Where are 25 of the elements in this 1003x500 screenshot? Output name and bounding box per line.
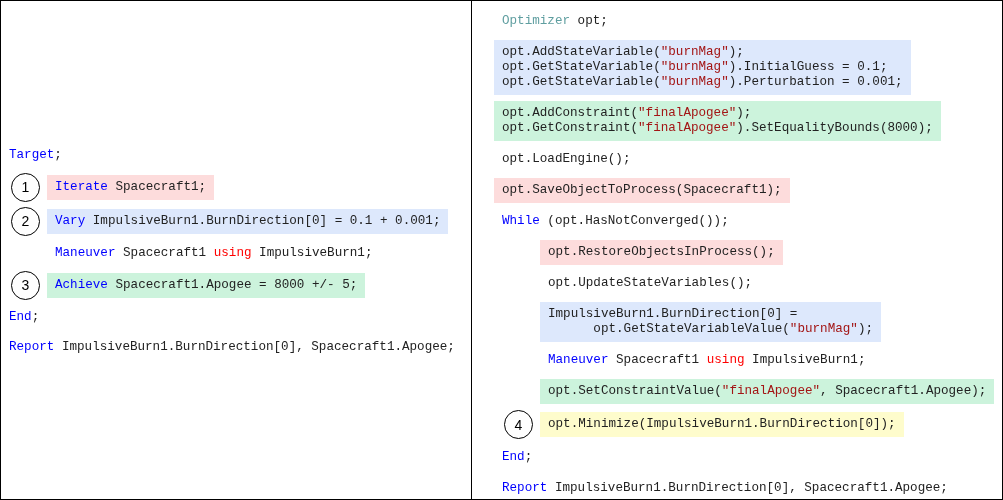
code-line: Target; xyxy=(9,147,62,163)
code-line: Report ImpulsiveBurn1.BurnDirection[0], Spacecraft1.Apogee; xyxy=(9,339,455,355)
code-line: opt.SaveObjectToProcess(Spacecraft1); xyxy=(502,183,782,198)
code-line: opt.LoadEngine(); xyxy=(502,152,631,167)
code-line: opt.GetConstraint("finalApogee").SetEqualityBounds(8000); xyxy=(502,121,933,136)
code-line: opt.RestoreObjectsInProcess(); xyxy=(548,245,775,260)
code-line: opt.SetConstraintValue("finalApogee", Spacecraft1.Apogee); xyxy=(548,384,987,399)
code-line: opt.UpdateStateVariables(); xyxy=(548,276,753,291)
code-line: opt.GetStateVariable("burnMag").Perturbation = 0.001; xyxy=(502,75,903,90)
code-line: Maneuver Spacecraft1 using ImpulsiveBurn1; xyxy=(55,245,373,261)
code-line: Optimizer opt; xyxy=(502,14,608,29)
code-line: Achieve Spacecraft1.Apogee = 8000 +/- 5; xyxy=(55,277,358,293)
code-line: opt.GetStateVariable("burnMag").InitialGuess = 0.1; xyxy=(502,60,889,75)
code-line: opt.GetStateVariableValue("burnMag"); xyxy=(592,322,873,337)
code-line: Report ImpulsiveBurn1.BurnDirection[0], Spacecraft1.Apogee; xyxy=(502,481,948,496)
code-line: Vary ImpulsiveBurn1.BurnDirection[0] = 0.1 + 0.001; xyxy=(55,213,441,229)
code-line: End; xyxy=(502,450,533,465)
code-line: Iterate Spacecraft1; xyxy=(55,179,207,195)
code-line: End; xyxy=(9,309,40,325)
code-line: opt.Minimize(ImpulsiveBurn1.BurnDirection[0]); xyxy=(548,417,896,432)
code-line: ImpulsiveBurn1.BurnDirection[0] = xyxy=(548,307,799,322)
code-line: opt.AddConstraint("finalApogee"); xyxy=(502,106,753,121)
code-line: opt.AddStateVariable("burnMag"); xyxy=(502,45,745,60)
code-line: While (opt.HasNotConverged()); xyxy=(502,214,729,229)
code-line: Maneuver Spacecraft1 using ImpulsiveBurn1; xyxy=(548,353,866,368)
